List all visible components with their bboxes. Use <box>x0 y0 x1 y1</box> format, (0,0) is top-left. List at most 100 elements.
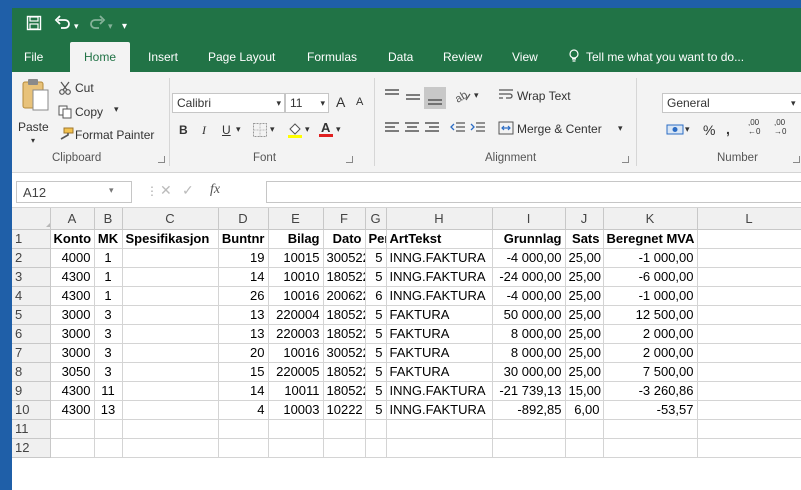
borders-dropdown-icon[interactable]: ▾ <box>270 124 275 135</box>
row-header[interactable]: 9 <box>12 381 51 401</box>
cell[interactable]: INNG.FAKTURA <box>386 267 493 287</box>
column-header[interactable]: I <box>492 208 566 230</box>
cell[interactable]: FAKTURA <box>386 305 493 325</box>
cell[interactable] <box>122 438 219 458</box>
cell[interactable]: 4300 <box>50 381 95 401</box>
cell[interactable]: 25,00 <box>565 248 604 268</box>
orientation-icon[interactable]: ab <box>453 88 472 107</box>
cell[interactable] <box>122 248 219 268</box>
cell[interactable]: 25,00 <box>565 362 604 382</box>
header-cell[interactable]: Grunnlag <box>492 229 566 249</box>
cell[interactable]: 25,00 <box>565 324 604 344</box>
row-header[interactable]: 1 <box>12 229 51 249</box>
header-cell[interactable]: Konto <box>50 229 95 249</box>
row-header[interactable]: 12 <box>12 438 51 458</box>
cell[interactable]: 15,00 <box>565 381 604 401</box>
cell[interactable]: 180522 <box>323 381 366 401</box>
cell[interactable]: 5 <box>365 343 387 363</box>
cell[interactable]: 3000 <box>50 305 95 325</box>
cell[interactable]: 200622 <box>323 286 366 306</box>
header-cell[interactable]: Dato <box>323 229 366 249</box>
cell[interactable]: 5 <box>365 381 387 401</box>
cell[interactable]: 19 <box>218 248 269 268</box>
cell[interactable]: -21 739,13 <box>492 381 566 401</box>
cell[interactable] <box>122 305 219 325</box>
cell[interactable]: 4000 <box>50 248 95 268</box>
column-header[interactable]: A <box>50 208 95 230</box>
cell[interactable] <box>697 400 801 420</box>
cell[interactable]: 5 <box>365 305 387 325</box>
cell[interactable]: 14 <box>218 381 269 401</box>
cell[interactable] <box>565 419 604 439</box>
merge-dropdown-icon[interactable]: ▾ <box>618 123 623 134</box>
cell[interactable]: -3 260,86 <box>603 381 698 401</box>
cell[interactable] <box>323 419 366 439</box>
cell[interactable]: 220005 <box>268 362 324 382</box>
grow-font-button[interactable]: A <box>336 94 345 110</box>
redo-icon[interactable] <box>88 15 106 35</box>
cell[interactable]: 13 <box>218 324 269 344</box>
shrink-font-button[interactable]: A <box>356 96 363 108</box>
cell[interactable]: 3 <box>94 324 123 344</box>
cell[interactable]: 4300 <box>50 286 95 306</box>
cell[interactable] <box>94 438 123 458</box>
tab-formulas[interactable]: Formulas <box>307 42 357 72</box>
cell[interactable]: 10003 <box>268 400 324 420</box>
font-launcher-icon[interactable] <box>346 156 353 163</box>
row-header[interactable]: 11 <box>12 419 51 439</box>
cell[interactable]: FAKTURA <box>386 343 493 363</box>
formula-input[interactable] <box>266 181 801 203</box>
cell[interactable] <box>697 248 801 268</box>
cell[interactable]: 3 <box>94 362 123 382</box>
copy-dropdown-icon[interactable]: ▾ <box>114 104 119 115</box>
column-header[interactable]: C <box>122 208 219 230</box>
worksheet-grid[interactable]: A B C D E F G H I J K L 1 Konto MK Spesifikasjon Buntnr B… <box>12 208 801 490</box>
cell[interactable] <box>122 343 219 363</box>
cell[interactable]: -53,57 <box>603 400 698 420</box>
cell[interactable]: 5 <box>365 267 387 287</box>
cell[interactable]: 8 000,00 <box>492 343 566 363</box>
tab-page-layout[interactable]: Page Layout <box>208 42 275 72</box>
alignment-launcher-icon[interactable] <box>622 156 629 163</box>
header-cell[interactable]: ArtTekst <box>386 229 493 249</box>
align-right-icon[interactable] <box>424 121 440 138</box>
cell[interactable]: 3 <box>94 305 123 325</box>
customize-toolbar-icon[interactable]: ▾ <box>122 18 127 36</box>
cell[interactable]: 10222 <box>323 400 366 420</box>
cell[interactable]: INNG.FAKTURA <box>386 381 493 401</box>
cell[interactable]: 7 500,00 <box>603 362 698 382</box>
cell[interactable]: 5 <box>365 324 387 344</box>
cell[interactable]: INNG.FAKTURA <box>386 286 493 306</box>
column-header[interactable]: H <box>386 208 493 230</box>
cell[interactable]: 1 <box>94 248 123 268</box>
align-left-icon[interactable] <box>384 121 400 138</box>
cell[interactable]: 2 000,00 <box>603 343 698 363</box>
cell[interactable]: 13 <box>94 400 123 420</box>
font-size-select[interactable]: 11 ▾ <box>285 93 329 113</box>
cell[interactable]: 14 <box>218 267 269 287</box>
row-header[interactable]: 4 <box>12 286 51 306</box>
header-cell[interactable]: Sats <box>565 229 604 249</box>
increase-decimal-button[interactable]: ,00 ←0 <box>748 118 760 136</box>
header-cell[interactable] <box>697 229 801 249</box>
cell[interactable]: FAKTURA <box>386 362 493 382</box>
cell[interactable]: 3 <box>94 343 123 363</box>
orientation-dropdown-icon[interactable]: ▾ <box>474 90 479 101</box>
cell[interactable] <box>565 438 604 458</box>
cell[interactable]: 25,00 <box>565 267 604 287</box>
cell[interactable]: 10015 <box>268 248 324 268</box>
cell[interactable] <box>697 343 801 363</box>
cell[interactable]: 13 <box>218 305 269 325</box>
cell[interactable] <box>492 419 566 439</box>
cell[interactable] <box>697 381 801 401</box>
cell[interactable]: 25,00 <box>565 305 604 325</box>
cell[interactable]: 3050 <box>50 362 95 382</box>
header-cell[interactable]: Per <box>365 229 387 249</box>
cell[interactable]: -1 000,00 <box>603 286 698 306</box>
cell[interactable]: 180522 <box>323 305 366 325</box>
cell[interactable]: 300522 <box>323 248 366 268</box>
fill-color-dropdown-icon[interactable]: ▾ <box>305 124 310 135</box>
cell[interactable]: -24 000,00 <box>492 267 566 287</box>
tab-file[interactable]: File <box>24 42 43 72</box>
borders-icon[interactable] <box>252 122 268 141</box>
